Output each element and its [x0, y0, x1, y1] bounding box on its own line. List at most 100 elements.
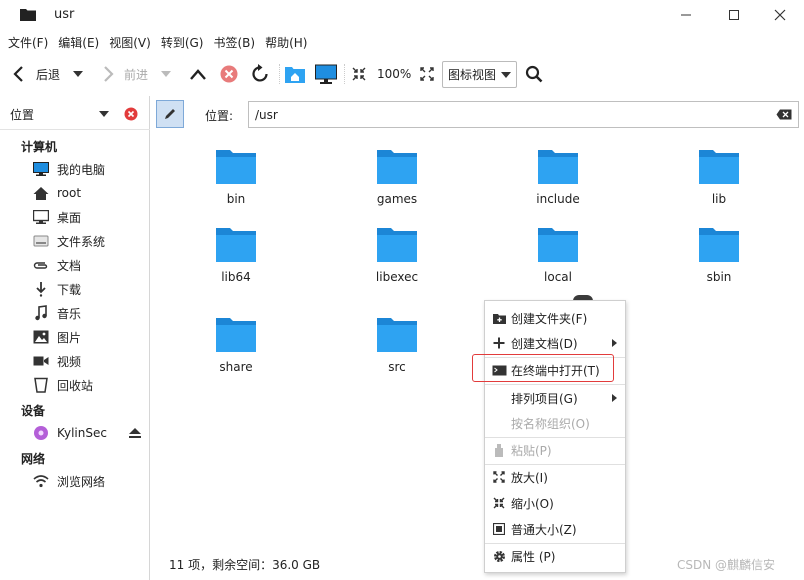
file-item[interactable]: include — [508, 148, 608, 218]
menu-file[interactable]: 文件(F) — [4, 32, 52, 54]
file-item[interactable]: local — [508, 226, 608, 296]
zoom-out-button[interactable] — [352, 56, 366, 92]
file-name: sbin — [706, 270, 732, 284]
folder-icon — [216, 318, 256, 352]
monitor-icon — [315, 64, 337, 84]
file-name: lib64 — [221, 270, 251, 284]
file-name: lib — [711, 192, 727, 206]
menu-item-label: 创建文档(D) — [511, 336, 578, 351]
chevron-down-icon[interactable] — [99, 111, 109, 117]
reload-icon — [252, 64, 268, 82]
clear-icon[interactable] — [776, 109, 792, 120]
file-item[interactable]: src — [347, 316, 447, 386]
file-item[interactable]: libexec — [347, 226, 447, 296]
video-icon — [33, 356, 49, 366]
arrow-right-icon — [104, 66, 114, 82]
drive-icon — [33, 235, 49, 247]
file-item[interactable]: bin — [186, 148, 286, 218]
music-icon — [35, 305, 47, 321]
sidebar-item-filesystem[interactable]: 文件系统 — [32, 230, 147, 252]
home-button[interactable] — [285, 56, 305, 92]
menu-organize-by-name[interactable]: 按名称组织(O) — [485, 411, 625, 435]
menu-edit[interactable]: 编辑(E) — [54, 32, 103, 54]
menu-zoom-in[interactable]: 放大(I) — [485, 465, 625, 489]
folder-icon — [699, 150, 739, 184]
close-button[interactable] — [770, 5, 790, 25]
sidebar-item-my-computer[interactable]: 我的电脑 — [32, 158, 147, 180]
up-button[interactable] — [189, 56, 207, 92]
menu-arrange-items[interactable]: 排列项目(G) — [485, 386, 625, 410]
back-button[interactable]: 后退 — [12, 56, 60, 92]
file-item[interactable]: share — [186, 316, 286, 386]
pencil-icon — [165, 109, 175, 119]
menu-view[interactable]: 视图(V) — [105, 32, 155, 54]
menu-properties[interactable]: 属性 (P) — [485, 544, 625, 568]
minimize-button[interactable] — [676, 5, 696, 25]
reload-button[interactable] — [251, 56, 271, 92]
sidebar-item-music[interactable]: 音乐 — [32, 302, 147, 324]
download-icon — [36, 282, 46, 297]
menu-bookmarks[interactable]: 书签(B) — [209, 32, 259, 54]
sidebar-item-videos[interactable]: 视频 — [32, 350, 147, 372]
toggle-location-button[interactable] — [156, 100, 184, 128]
forward-history-button[interactable] — [160, 56, 172, 92]
location-input[interactable] — [248, 101, 799, 128]
zoom-in-button[interactable] — [420, 56, 434, 92]
stop-button[interactable] — [220, 56, 238, 92]
search-button[interactable] — [525, 56, 543, 92]
back-label: 后退 — [36, 67, 61, 82]
sidebar-item-label: KylinSec — [57, 426, 107, 440]
submenu-arrow-icon — [612, 339, 617, 347]
back-history-button[interactable] — [72, 56, 84, 92]
arrow-left-icon — [13, 66, 23, 82]
sidebar-item-browse-network[interactable]: 浏览网络 — [32, 470, 147, 492]
normal-size-icon — [493, 523, 505, 535]
disc-icon — [34, 426, 48, 440]
sidebar-item-downloads[interactable]: 下载 — [32, 278, 147, 300]
file-item[interactable]: sbin — [669, 226, 769, 296]
shrink-icon — [352, 67, 366, 81]
file-item[interactable]: lib — [669, 148, 769, 218]
file-item[interactable]: lib64 — [186, 226, 286, 296]
expand-icon — [493, 471, 505, 483]
menu-zoom-out[interactable]: 缩小(O) — [485, 491, 625, 515]
eject-icon[interactable] — [128, 427, 142, 439]
menu-create-document[interactable]: 创建文档(D) — [485, 331, 625, 355]
close-sidebar-icon[interactable] — [124, 107, 138, 121]
forward-button[interactable]: 前进 — [101, 56, 148, 92]
file-item[interactable]: games — [347, 148, 447, 218]
folder-icon — [20, 9, 36, 21]
monitor-icon — [33, 162, 49, 176]
file-name: share — [219, 360, 253, 374]
folder-icon — [699, 228, 739, 262]
sidebar-section-devices: 设备 — [21, 404, 46, 418]
menu-help[interactable]: 帮助(H) — [261, 32, 311, 54]
menu-normal-size[interactable]: 普通大小(Z) — [485, 517, 625, 541]
menu-item-label: 放大(I) — [511, 470, 548, 485]
sidebar-item-documents[interactable]: 文档 — [32, 254, 147, 276]
context-menu: 创建文件夹(F) 创建文档(D) 在终端中打开(T) 排列项目(G) 按名称组织… — [484, 300, 626, 573]
sidebar-item-label: 浏览网络 — [57, 474, 106, 489]
picture-icon — [33, 330, 49, 344]
sidebar-item-desktop[interactable]: 桌面 — [32, 206, 147, 228]
minimize-icon — [681, 14, 691, 16]
sidebar-item-label: 视频 — [57, 354, 82, 369]
sidebar-item-trash[interactable]: 回收站 — [32, 374, 147, 396]
sidebar-item-root[interactable]: root — [32, 182, 147, 204]
menu-item-label: 缩小(O) — [511, 496, 554, 511]
sidebar-item-pictures[interactable]: 图片 — [32, 326, 147, 348]
menu-item-label: 普通大小(Z) — [511, 522, 577, 537]
arrow-up-icon — [190, 69, 206, 80]
file-name: libexec — [375, 270, 419, 284]
menu-create-folder[interactable]: 创建文件夹(F) — [485, 306, 625, 330]
menu-go[interactable]: 转到(G) — [157, 32, 208, 54]
maximize-button[interactable] — [724, 5, 744, 25]
menu-open-in-terminal[interactable]: 在终端中打开(T) — [485, 358, 625, 382]
view-mode-select[interactable]: 图标视图 — [442, 61, 517, 88]
file-name: games — [376, 192, 418, 206]
zoom-label: 100% — [377, 67, 412, 81]
file-name: bin — [226, 192, 246, 206]
menu-paste[interactable]: 粘贴(P) — [485, 438, 625, 462]
folder-icon — [216, 150, 256, 184]
computer-button[interactable] — [315, 56, 337, 92]
